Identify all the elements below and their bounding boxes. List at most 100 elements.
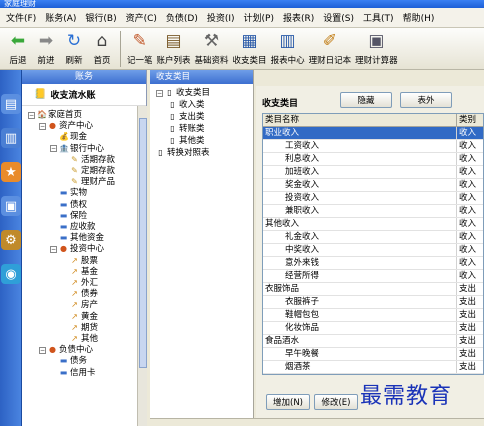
menu-item-8[interactable]: 设置(S) <box>323 11 354 24</box>
account-tree-item[interactable]: − ● 投资中心 <box>50 244 104 254</box>
account-tree-item[interactable]: ▬ 债务 <box>50 356 87 366</box>
globe-module-icon[interactable]: ◉ <box>1 264 21 284</box>
menu-item-3[interactable]: 资产(C) <box>126 11 157 24</box>
account-tree-item[interactable]: ✎ 理财产品 <box>61 177 115 187</box>
menu-item-10[interactable]: 帮助(H) <box>403 11 435 24</box>
category-tree-label: 其他类 <box>179 136 205 146</box>
account-tree-item[interactable]: ✎ 活期存款 <box>61 155 115 165</box>
category-tree-item[interactable]: − ▯ 收支类目 <box>156 88 210 98</box>
table-row[interactable]: 加班收入 收入 <box>263 166 483 179</box>
category-tree-item[interactable]: ▯ 支出类 <box>168 112 204 122</box>
toolbar-label: 报表中心 <box>270 56 305 66</box>
hide-button[interactable]: 隐藏 <box>340 92 392 108</box>
collapse-icon[interactable]: − <box>156 89 163 97</box>
account-tree-item[interactable]: ↗ 黄金 <box>61 312 98 322</box>
toolbar-button-pen[interactable]: ✎ 记一笔 <box>125 28 155 68</box>
table-row[interactable]: 投资收入 收入 <box>263 192 483 205</box>
account-tree-label: 定期存款 <box>81 166 116 176</box>
folder-module-icon[interactable]: ▣ <box>1 196 21 216</box>
account-tree-item[interactable]: ▬ 实物 <box>50 188 87 198</box>
collapse-icon[interactable]: − <box>50 145 57 153</box>
gear-module-icon[interactable]: ⚙ <box>1 230 21 250</box>
menu-item-4[interactable]: 负债(D) <box>166 11 198 24</box>
menu-item-7[interactable]: 报表(R) <box>283 11 314 24</box>
table-row[interactable]: 鞋帽包包 支出 <box>263 309 483 322</box>
table-row[interactable]: 食品酒水 支出 <box>263 335 483 348</box>
account-tree-item[interactable]: 💰 现金 <box>50 132 87 142</box>
column-header-name[interactable]: 类目名称 <box>263 114 457 127</box>
account-tree-item[interactable]: − ● 负债中心 <box>39 345 93 355</box>
toolbar-button-home[interactable]: ⌂ 首页 <box>88 28 116 68</box>
pen-icon: ✎ <box>132 31 147 51</box>
table-row[interactable]: 经营所得 收入 <box>263 270 483 283</box>
collapse-icon[interactable]: − <box>39 346 46 354</box>
account-panel-subheader[interactable]: 📒 收支流水账 <box>22 84 146 106</box>
account-tree-item[interactable]: ↗ 股票 <box>61 256 98 266</box>
table-row[interactable]: 工资收入 收入 <box>263 140 483 153</box>
table-row[interactable]: 其他收入 收入 <box>263 218 483 231</box>
toolbar-button-forward-arrow[interactable]: ➡ 前进 <box>32 28 60 68</box>
account-tree-item[interactable]: ▬ 保险 <box>50 211 87 221</box>
category-grid: 类目名称 类别 职业收入 收入 工资收入 收入 利息收入 收入 加班收入 收入 奖金收入 收入 投资… <box>262 113 484 375</box>
table-row[interactable]: 奖金收入 收入 <box>263 179 483 192</box>
account-tree-item[interactable]: ▬ 其他资金 <box>50 233 104 243</box>
edit-button[interactable]: 修改(E) <box>314 394 358 410</box>
toolbar-label: 账户列表 <box>156 56 191 66</box>
toolbar-label: 后退 <box>9 56 27 66</box>
menu-item-0[interactable]: 文件(F) <box>6 11 36 24</box>
table-row[interactable]: 衣服裤子 支出 <box>263 296 483 309</box>
account-tree-item[interactable]: − 🏦 银行中心 <box>50 144 104 154</box>
toolbar-button-account-list[interactable]: ▤ 账户列表 <box>155 28 193 68</box>
toolbar-button-category[interactable]: ▦ 收支类目 <box>231 28 269 68</box>
table-row[interactable]: 利息收入 收入 <box>263 153 483 166</box>
category-tree-item[interactable]: ▯ 收入类 <box>168 100 204 110</box>
table-row[interactable]: 早午晚餐 支出 <box>263 348 483 361</box>
collapse-icon[interactable]: − <box>28 111 35 119</box>
add-button[interactable]: 增加(N) <box>266 394 310 410</box>
account-tree-item[interactable]: ▬ 债权 <box>50 200 87 210</box>
menu-item-2[interactable]: 银行(B) <box>85 11 116 24</box>
account-tree-item[interactable]: ↗ 房产 <box>61 300 98 310</box>
table-row[interactable]: 烟酒茶 支出 <box>263 361 483 374</box>
table-row[interactable]: 衣服饰品 支出 <box>263 283 483 296</box>
export-button[interactable]: 表外 <box>400 92 452 108</box>
table-row[interactable]: 意外来钱 收入 <box>263 257 483 270</box>
account-module-icon[interactable]: ▤ <box>1 94 21 114</box>
column-header-type[interactable]: 类别 <box>457 114 483 127</box>
toolbar-button-diary[interactable]: ✐ 理财日记本 <box>307 28 354 68</box>
account-tree-item[interactable]: ↗ 其他 <box>61 334 98 344</box>
category-tree-item[interactable]: ▯ 转账类 <box>168 124 204 134</box>
account-tree-item[interactable]: ✎ 定期存款 <box>61 166 115 176</box>
account-tree-scrollbar[interactable] <box>137 106 147 426</box>
account-tree-item[interactable]: ↗ 债券 <box>61 289 98 299</box>
menu-item-6[interactable]: 计划(P) <box>244 11 274 24</box>
table-row[interactable]: 兼职收入 收入 <box>263 205 483 218</box>
account-tree-item[interactable]: ↗ 基金 <box>61 267 98 277</box>
category-tree-item[interactable]: ▯ 转换对照表 <box>156 148 209 158</box>
account-tree-item[interactable]: − ● 资产中心 <box>39 121 93 131</box>
document-module-icon[interactable]: ▥ <box>1 128 21 148</box>
category-tree-header: 收支类目 <box>150 70 253 84</box>
table-row[interactable]: 化妆饰品 支出 <box>263 322 483 335</box>
table-row[interactable]: 职业收入 收入 <box>263 127 483 140</box>
table-row[interactable]: 礼金收入 收入 <box>263 231 483 244</box>
toolbar-button-refresh[interactable]: ↻ 刷新 <box>60 28 88 68</box>
table-row[interactable]: 中奖收入 收入 <box>263 244 483 257</box>
account-tree-item[interactable]: ▬ 应收款 <box>50 222 96 232</box>
account-tree-item[interactable]: − 🏠 家庭首页 <box>28 110 82 120</box>
scrollbar-thumb[interactable] <box>139 118 147 368</box>
collapse-icon[interactable]: − <box>50 245 57 253</box>
account-tree-item[interactable]: ↗ 期货 <box>61 323 98 333</box>
collapse-icon[interactable]: − <box>39 122 46 130</box>
toolbar-button-basic-data[interactable]: ⚒ 基础资料 <box>193 28 231 68</box>
star-module-icon[interactable]: ★ <box>1 162 21 182</box>
menu-item-5[interactable]: 投资(I) <box>207 11 235 24</box>
toolbar-button-report[interactable]: ▥ 报表中心 <box>269 28 307 68</box>
toolbar-button-back-arrow[interactable]: ⬅ 后退 <box>4 28 32 68</box>
account-tree-item[interactable]: ↗ 外汇 <box>61 278 98 288</box>
category-tree-item[interactable]: ▯ 其他类 <box>168 136 205 146</box>
toolbar-button-calculator[interactable]: ▣ 理财计算器 <box>353 28 400 68</box>
menu-item-1[interactable]: 账务(A) <box>45 11 76 24</box>
menu-item-9[interactable]: 工具(T) <box>363 11 394 24</box>
account-tree-item[interactable]: ▬ 信用卡 <box>50 368 96 378</box>
